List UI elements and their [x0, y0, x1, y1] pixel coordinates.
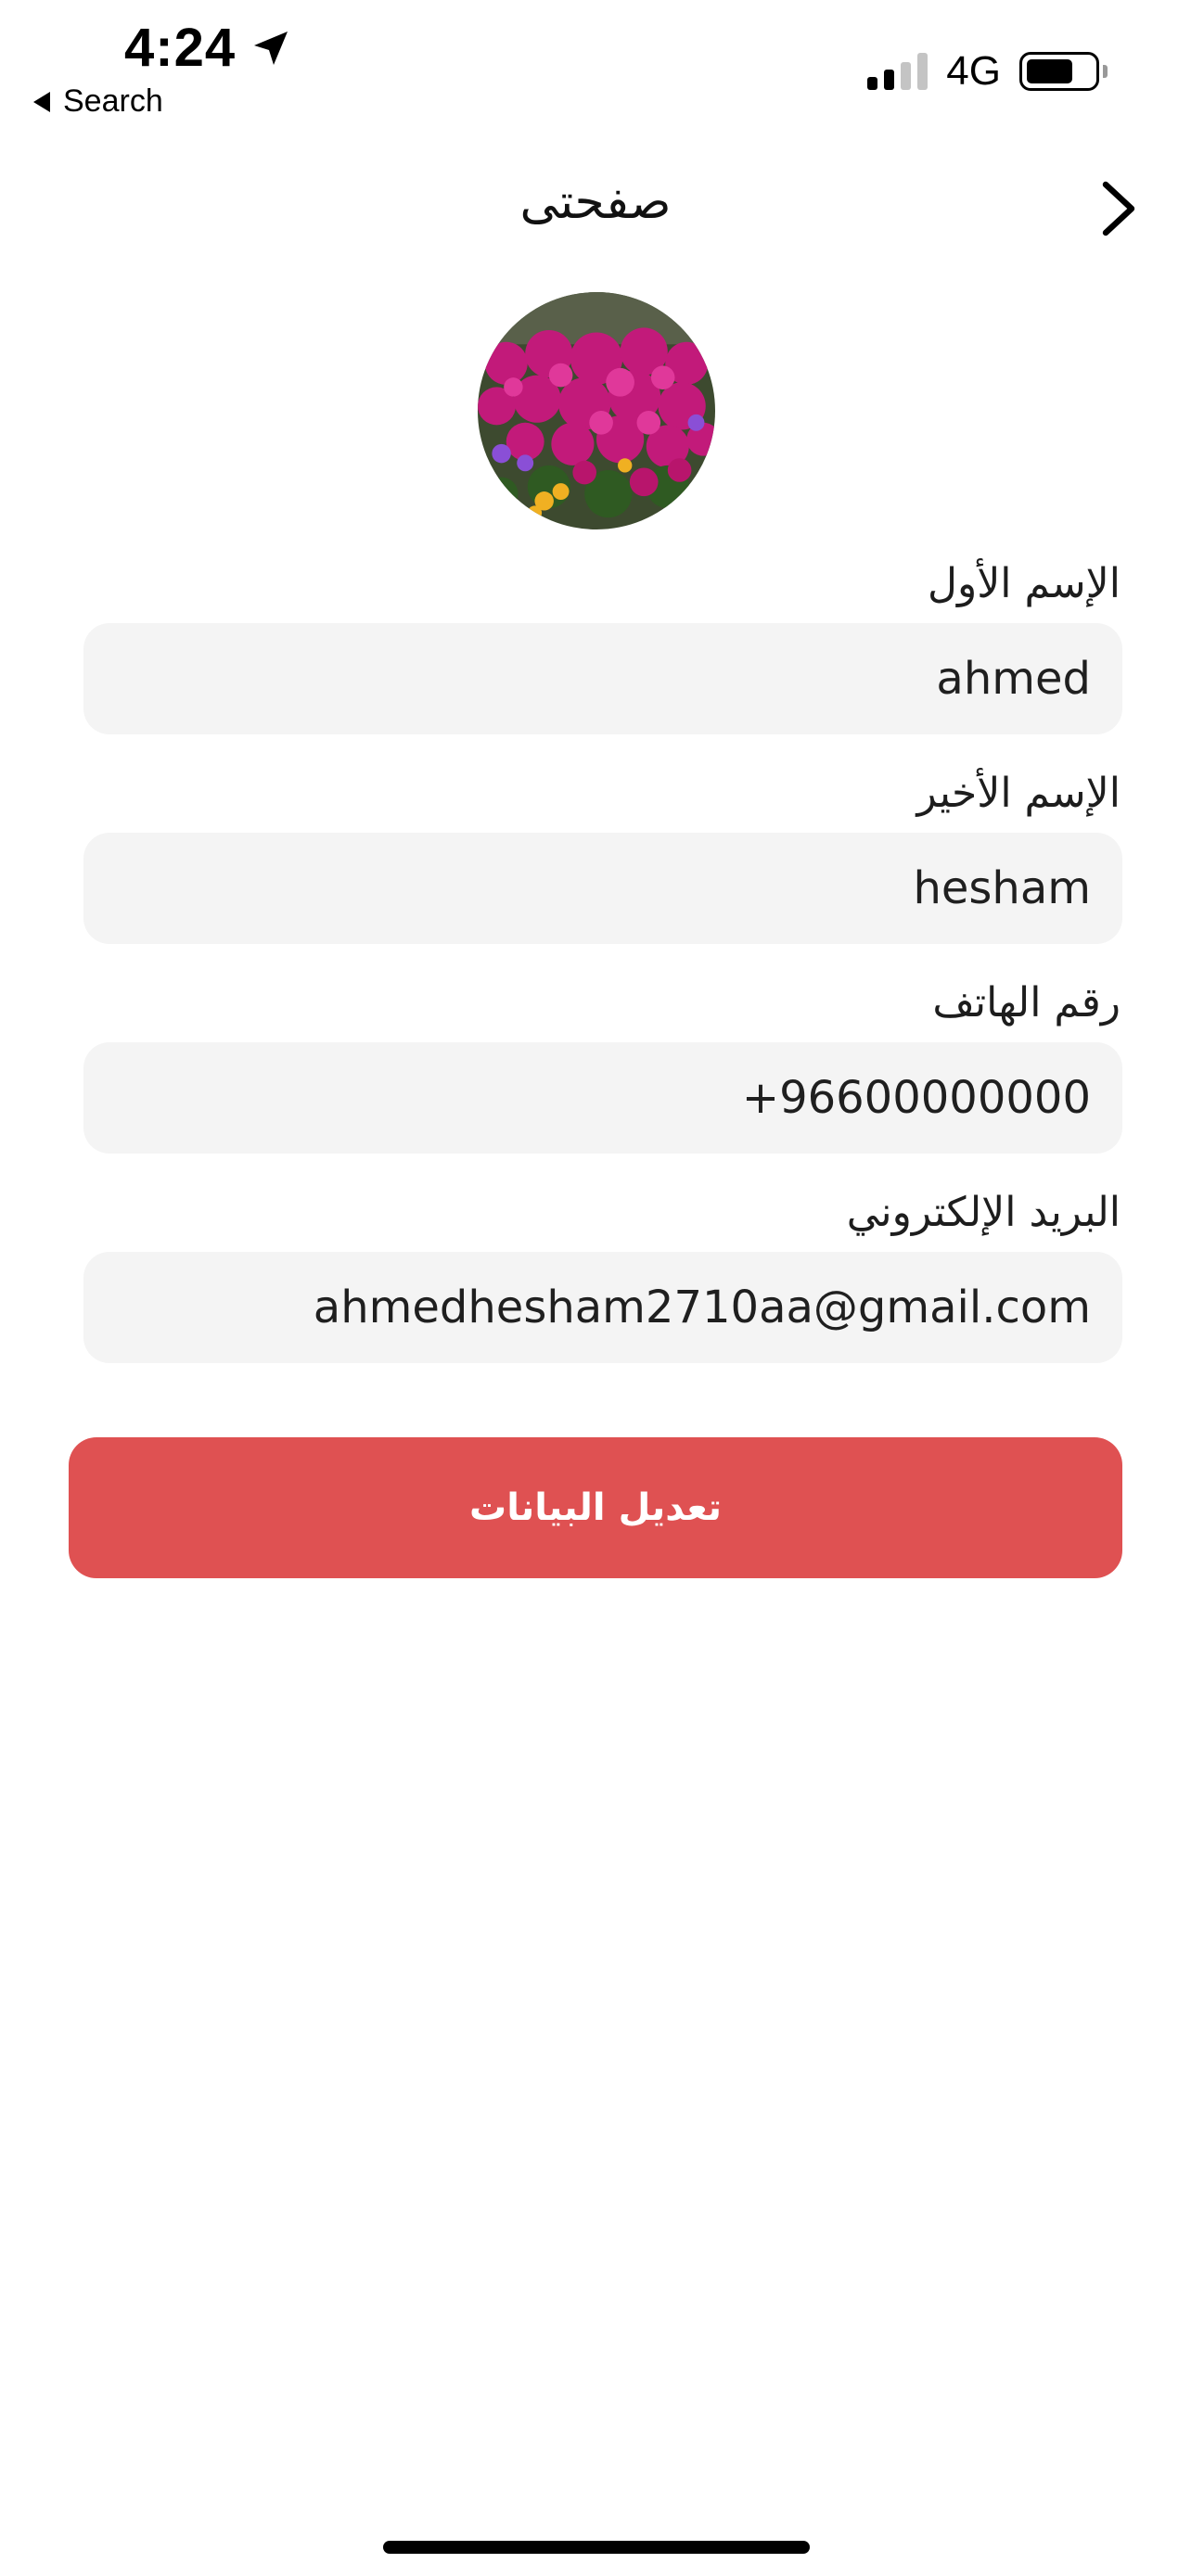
edit-data-button[interactable]: تعديل البيانات: [69, 1437, 1122, 1578]
cellular-signal-icon: [867, 53, 928, 90]
email-field[interactable]: [83, 1252, 1122, 1363]
first-name-label: الإسم الأول: [928, 560, 1121, 607]
first-name-field[interactable]: [83, 623, 1122, 734]
profile-avatar[interactable]: [478, 292, 715, 529]
profile-screen: 4:24 Search 4G صفحتى الإسم الأول ahmed ا…: [0, 0, 1191, 2576]
network-type: 4G: [946, 48, 1001, 94]
profile-form: الإسم الأول الإسم الأخير رقم الهاتف البر…: [83, 547, 1122, 1363]
status-time: 4:24: [124, 17, 293, 79]
phone-label: رقم الهاتف: [932, 979, 1121, 1027]
back-triangle-icon: [33, 91, 50, 112]
home-indicator[interactable]: [383, 2541, 810, 2554]
flowers-avatar-image: [478, 292, 715, 529]
last-name-field[interactable]: [83, 833, 1122, 944]
email-label: البريد الإلكتروني: [846, 1189, 1121, 1236]
back-chevron-button[interactable]: [1091, 176, 1146, 241]
chevron-right-icon: [1102, 181, 1135, 236]
status-indicators: 4G: [867, 48, 1108, 95]
back-to-search-link[interactable]: Search: [33, 83, 163, 120]
page-title: صفحتى: [519, 174, 672, 230]
location-arrow-icon: [254, 31, 288, 65]
status-time-text: 4:24: [124, 18, 237, 78]
last-name-label: الإسم الأخير: [916, 770, 1121, 817]
battery-icon: [1019, 52, 1108, 91]
back-to-search-label: Search: [63, 83, 163, 119]
phone-field[interactable]: [83, 1042, 1122, 1154]
